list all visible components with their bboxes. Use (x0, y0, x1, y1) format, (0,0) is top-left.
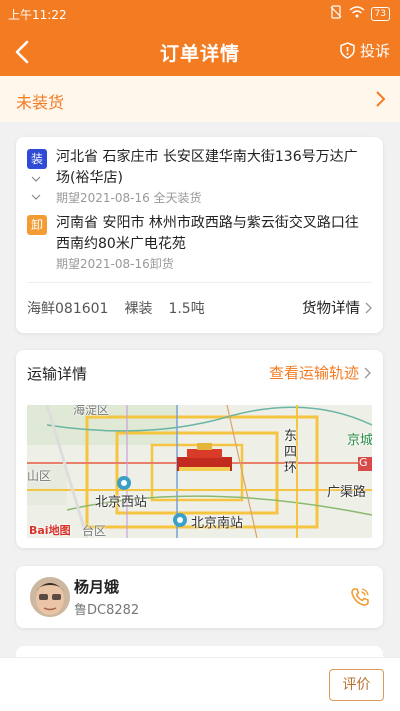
status-bar: 上午11:22 73 (0, 0, 400, 28)
nav-bar: 订单详情 投诉 (0, 28, 400, 76)
complain-label: 投诉 (359, 42, 390, 60)
battery-icon: 73 (370, 6, 390, 21)
map-label-haidian: 海淀区 (73, 405, 110, 417)
baidu-logo: Bai地图 (29, 524, 71, 537)
map-label-guangqu: 广渠路 (327, 485, 367, 500)
transport-title: 运输详情 (27, 365, 88, 383)
load-expect-time: 期望2021-08-16 全天装货 (56, 191, 202, 205)
map-label-g: G (359, 456, 368, 469)
route-map[interactable]: 海淀区 京城 东 四 环 G 山区 北京西站 广渠路 北京南站 Bai地图 台区 (27, 405, 372, 538)
phone-icon (351, 588, 369, 606)
cargo-weight: 1.5吨 (168, 300, 205, 317)
driver-card[interactable]: 杨月娥 鲁DC8282 (16, 566, 383, 628)
bottom-bar: 评价 (0, 657, 400, 711)
map-label-jingcheng: 京城 (347, 433, 372, 448)
cargo-detail-link[interactable]: 货物详情 (302, 297, 372, 318)
call-button[interactable] (349, 586, 371, 612)
view-track-link[interactable]: 查看运输轨迹 (269, 362, 371, 383)
driver-plate: 鲁DC8282 (74, 603, 140, 618)
chevron-right-icon (364, 367, 371, 378)
no-sim-icon (329, 5, 343, 22)
unload-stop: 卸 河南省 安阳市 林州市政西路与紫云街交叉路口往西南约80米广电花苑 期望20… (27, 213, 377, 273)
load-badge: 装 (27, 149, 47, 169)
chevron-down-icon (31, 194, 41, 200)
chevron-right-icon (365, 302, 372, 313)
cargo-row: 海鲜081601 裸装 1.5吨 货物详情 (27, 297, 372, 318)
map-label-beijing-south: 北京南站 (191, 516, 244, 531)
unload-expect-time: 期望2021-08-16卸货 (56, 257, 174, 271)
cargo-packing: 裸装 (124, 300, 153, 317)
cargo-detail-label: 货物详情 (302, 301, 360, 317)
view-track-label: 查看运输轨迹 (268, 364, 359, 382)
wifi-icon (349, 5, 365, 22)
status-time: 上午11:22 (8, 8, 67, 22)
chevron-right-icon (376, 91, 386, 107)
cargo-name: 海鲜081601 (27, 300, 109, 317)
map-label-beijing-west: 北京西站 (95, 495, 148, 510)
unload-address: 河南省 安阳市 林州市政西路与紫云街交叉路口往西南约80米广电花苑 (56, 215, 359, 252)
divider (27, 282, 372, 283)
chevron-down-icon (31, 176, 41, 182)
load-address: 河北省 石家庄市 长安区建华南大街136号万达广场(裕华店) (56, 149, 358, 186)
shield-alert-icon (340, 42, 355, 59)
complain-button[interactable]: 投诉 (339, 40, 390, 61)
rate-button[interactable]: 评价 (329, 669, 384, 701)
avatar-image (30, 577, 70, 617)
order-status-label: 未装货 (16, 93, 65, 112)
unload-badge: 卸 (27, 215, 47, 235)
route-card: 装 河北省 石家庄市 长安区建华南大街136号万达广场(裕华店) 期望2021-… (16, 137, 383, 333)
avatar (30, 577, 70, 617)
map-label-fengtai: 台区 (82, 524, 107, 538)
map-label-dongsihuan: 东 四 环 (284, 429, 298, 476)
driver-name: 杨月娥 (74, 578, 120, 596)
map-label-shanqu: 山区 (27, 469, 52, 483)
transport-card: 运输详情 查看运输轨迹 海淀区 京城 东 四 环 G 山区 北京西站 广渠路 北… (16, 350, 383, 548)
load-stop: 装 河北省 石家庄市 长安区建华南大街136号万达广场(裕华店) 期望2021-… (27, 147, 377, 207)
order-status-row[interactable]: 未装货 (0, 76, 400, 122)
